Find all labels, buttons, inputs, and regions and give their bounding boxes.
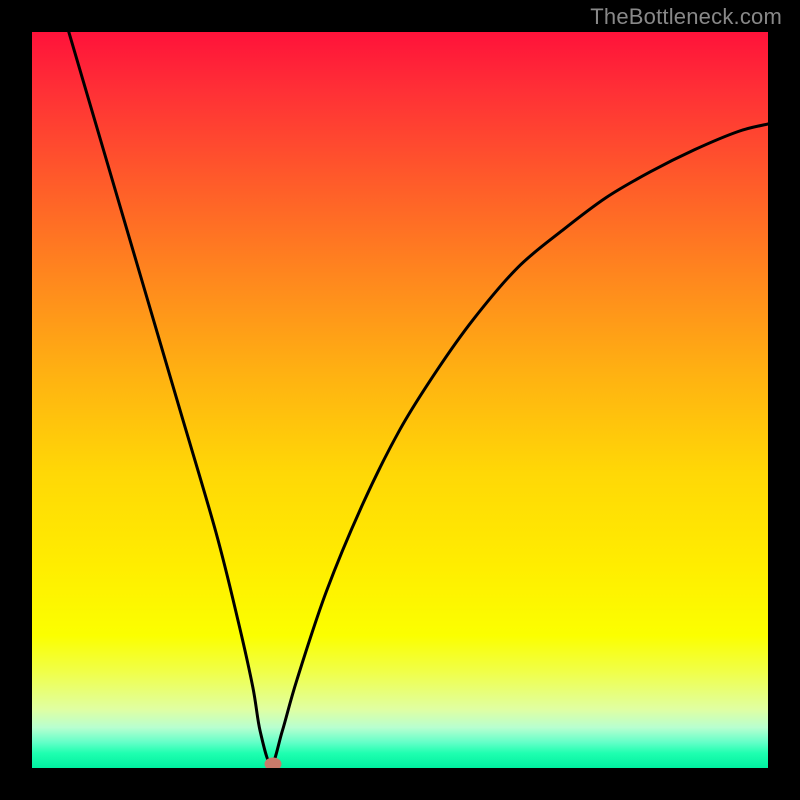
bottleneck-curve <box>32 32 768 768</box>
plot-area <box>32 32 768 768</box>
optimal-point-marker <box>264 758 281 768</box>
watermark-text: TheBottleneck.com <box>590 4 782 30</box>
chart-frame: TheBottleneck.com <box>0 0 800 800</box>
